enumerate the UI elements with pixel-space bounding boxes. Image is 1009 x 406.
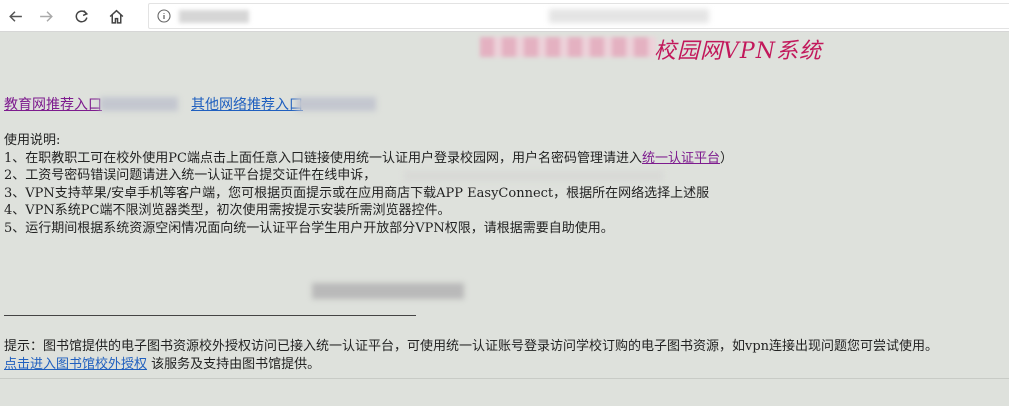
library-auth-link[interactable]: 点击进入图书馆校外授权 (4, 357, 147, 372)
library-notice: 提示：图书馆提供的电子图书资源校外授权访问已接入统一认证平台，可使用统一认证账号… (4, 338, 938, 374)
forward-button[interactable] (33, 4, 59, 28)
url-text-redacted (179, 10, 249, 23)
back-button[interactable] (2, 4, 28, 28)
usage-item-3: 3、VPN支持苹果/安卓手机等客户端，您可根据页面提示或在应用商店下载APP E… (4, 185, 710, 201)
refresh-icon (75, 9, 88, 22)
usage-heading: 使用说明: (4, 133, 61, 148)
edu-entry-redacted (100, 97, 178, 111)
usage-instructions: 使用说明: 1、在职教职工可在校外使用PC端点击上面任意入口链接使用统一认证用户… (4, 132, 733, 237)
info-icon[interactable] (157, 9, 171, 23)
redacted-block (312, 283, 464, 299)
browser-toolbar (0, 0, 1009, 32)
footer-divider (0, 378, 1009, 379)
divider (4, 315, 416, 316)
usage-item-1: 1、在职教职工可在校外使用PC端点击上面任意入口链接使用统一认证用户登录校园网，… (4, 150, 733, 168)
url-text-redacted-2 (549, 9, 709, 23)
other-network-entry-link[interactable]: 其他网络推荐入口 (191, 94, 303, 114)
library-notice-line-2: 点击进入图书馆校外授权 该服务及支持由图书馆提供。 (4, 356, 938, 374)
forward-arrow-icon (39, 10, 53, 22)
usage-item-1-suffix: ） (719, 150, 733, 166)
back-arrow-icon (8, 10, 22, 22)
other-entry-redacted (296, 97, 376, 111)
auth-platform-link[interactable]: 统一认证平台 (642, 151, 720, 166)
usage-item-5: 5、运行期间根据系统资源空闲情况面向统一认证平台学生用户开放部分VPN权限，请根… (4, 220, 614, 236)
home-icon (109, 9, 123, 24)
edu-network-entry-link[interactable]: 教育网推荐入口 (4, 94, 102, 114)
address-bar[interactable] (148, 3, 1009, 29)
usage-item-4: 4、VPN系统PC端不限浏览器类型，初次使用需按提示安装所需浏览器控件。 (4, 203, 451, 218)
banner-redacted (480, 37, 656, 57)
refresh-button[interactable] (68, 4, 94, 28)
page-title: 校园网VPN系统 (654, 39, 822, 64)
library-notice-text: 提示：图书馆提供的电子图书资源校外授权访问已接入统一认证平台，可使用统一认证账号… (4, 339, 939, 354)
home-button[interactable] (103, 4, 129, 28)
usage-item-1-text: 1、在职教职工可在校外使用PC端点击上面任意入口链接使用统一认证用户登录校园网，… (4, 150, 642, 166)
usage-redacted (404, 170, 664, 182)
library-notice-suffix: 该服务及支持由图书馆提供。 (147, 357, 321, 372)
page-banner: 校园网VPN系统 (480, 33, 860, 65)
